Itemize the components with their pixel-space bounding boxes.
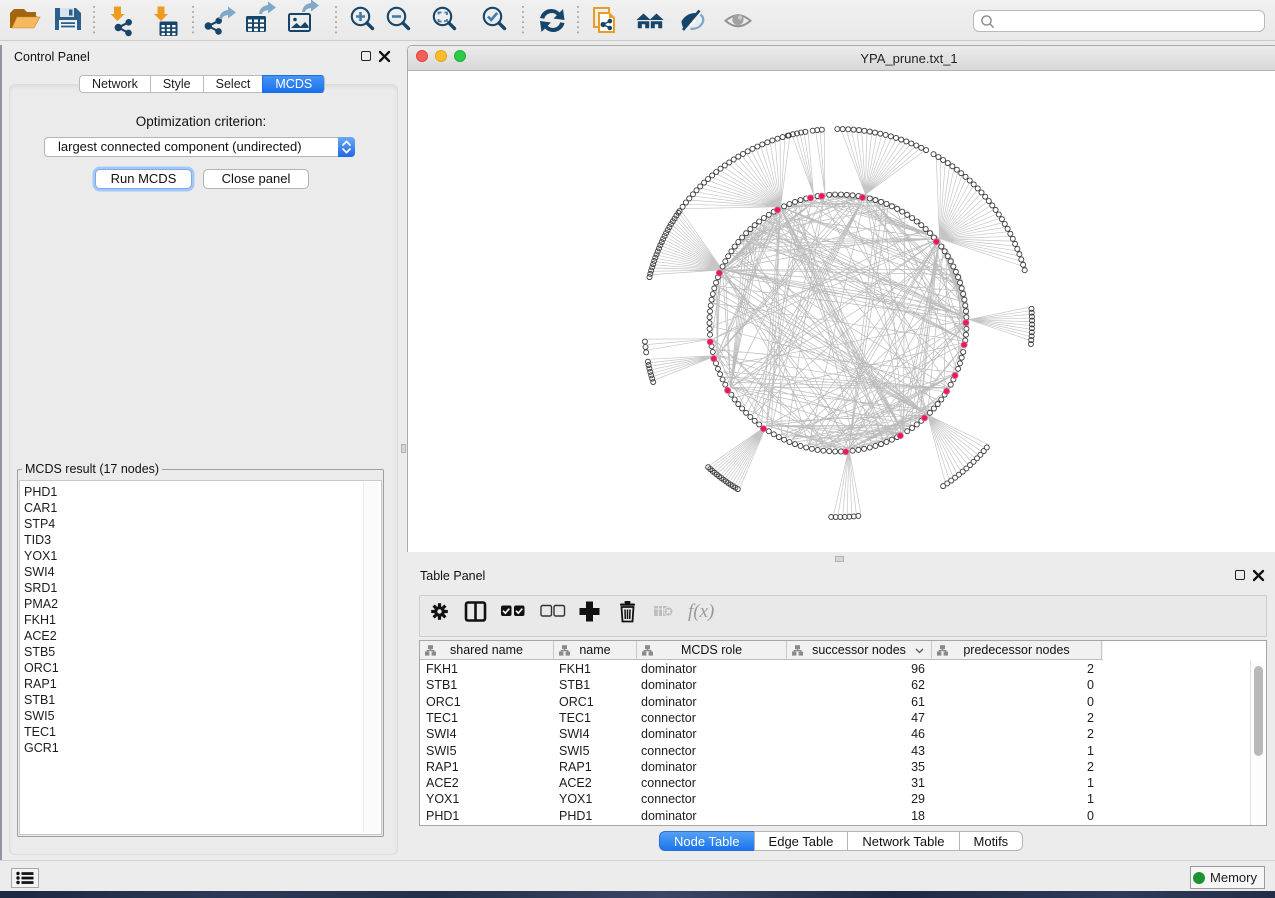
- svg-text:f(x): f(x): [688, 601, 714, 622]
